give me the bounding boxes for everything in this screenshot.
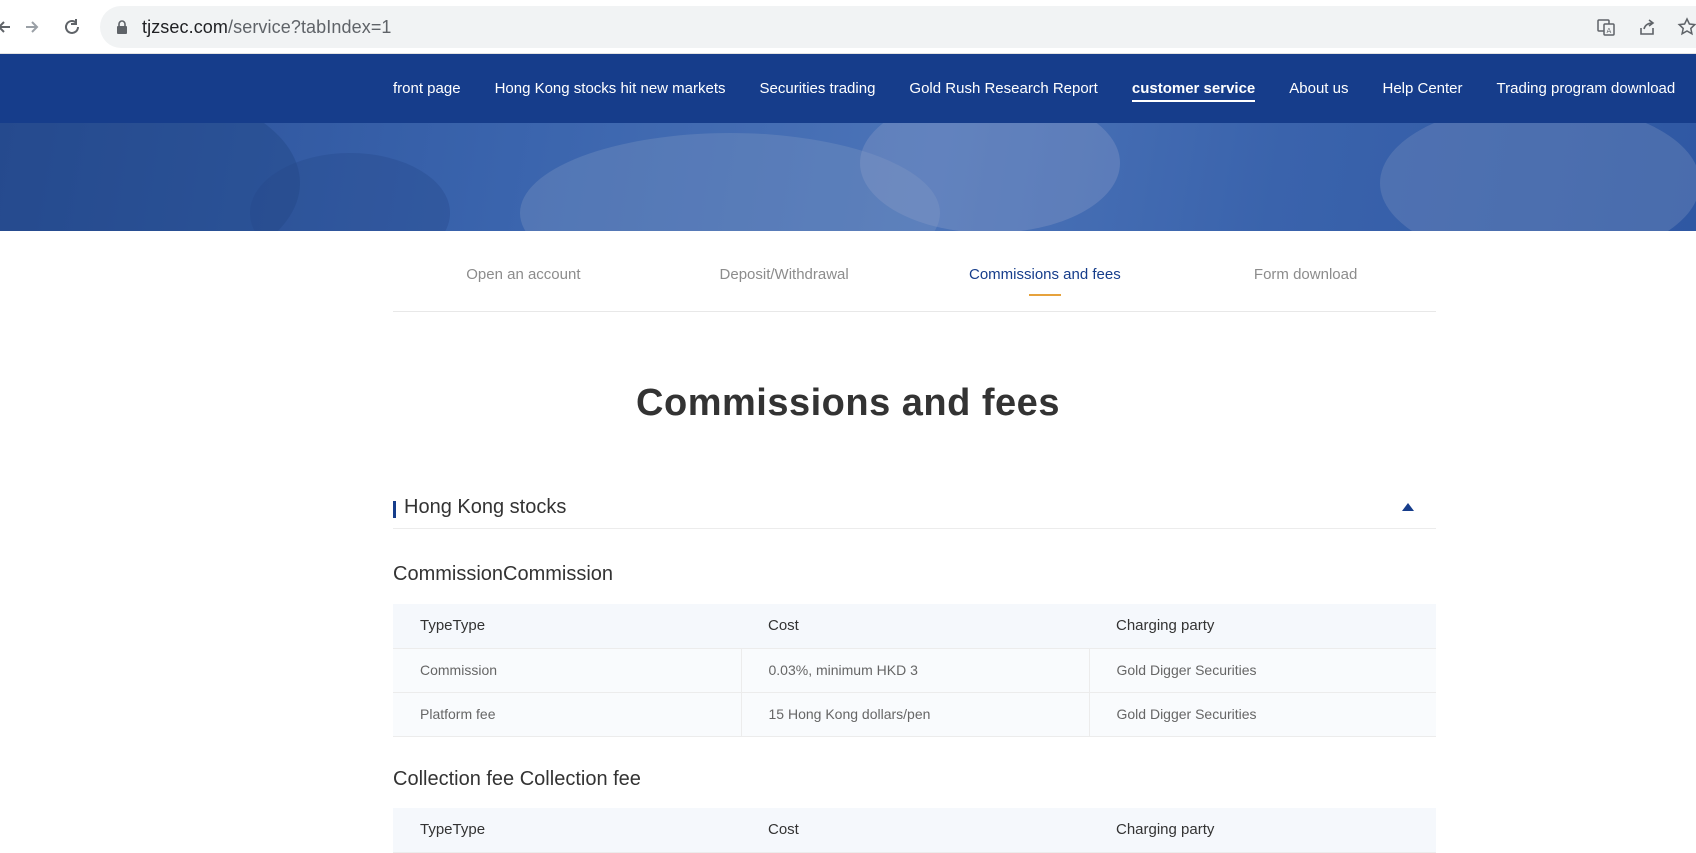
forward-icon[interactable]	[20, 15, 44, 39]
section-header-hk-stocks[interactable]: Hong Kong stocks	[393, 492, 1436, 529]
column-header: Cost	[741, 604, 1089, 649]
table-cell: Gold Digger Securities	[1088, 692, 1436, 737]
collapse-caret-icon[interactable]	[1402, 503, 1414, 511]
collection-fee-table: TypeType Cost Charging party	[393, 808, 1436, 853]
nav-research-report[interactable]: Gold Rush Research Report	[909, 54, 1097, 123]
service-tabs: Open an account Deposit/Withdrawal Commi…	[393, 231, 1436, 312]
page-title: Commissions and fees	[636, 382, 1060, 424]
nav-hk-stocks-new-markets[interactable]: Hong Kong stocks hit new markets	[495, 54, 726, 123]
share-icon[interactable]	[1636, 16, 1658, 38]
nav-front-page[interactable]: front page	[393, 54, 461, 123]
translate-icon[interactable]: A	[1595, 16, 1617, 38]
url-path: /service?tabIndex=1	[228, 17, 392, 37]
reload-icon[interactable]	[60, 15, 84, 39]
nav-trading-program-download[interactable]: Trading program download	[1497, 54, 1676, 123]
svg-text:A: A	[1607, 27, 1612, 35]
table-cell: 15 Hong Kong dollars/pen	[740, 692, 1089, 737]
nav-help-center[interactable]: Help Center	[1382, 54, 1462, 123]
table-cell: Platform fee	[393, 692, 741, 737]
table-cell: Gold Digger Securities	[1088, 648, 1436, 693]
table-row: Commission 0.03%, minimum HKD 3 Gold Dig…	[393, 648, 1436, 693]
browser-toolbar: tjzsec.com/service?tabIndex=1 A	[0, 0, 1696, 54]
bookmark-star-icon[interactable]	[1676, 16, 1696, 38]
nav-customer-service[interactable]: customer service	[1131, 54, 1256, 123]
table-header-row: TypeType Cost Charging party	[393, 604, 1436, 649]
commission-table: TypeType Cost Charging party Commission …	[393, 604, 1436, 737]
column-header: Charging party	[1089, 808, 1436, 853]
table-cell: 0.03%, minimum HKD 3	[740, 648, 1089, 693]
column-header: Charging party	[1089, 604, 1436, 649]
lock-icon	[117, 20, 127, 34]
column-header: TypeType	[393, 808, 741, 853]
section-title: Hong Kong stocks	[404, 496, 567, 518]
address-bar[interactable]: tjzsec.com/service?tabIndex=1 A	[100, 6, 1696, 48]
table-header-row: TypeType Cost Charging party	[393, 808, 1436, 853]
table-cell: Commission	[393, 648, 741, 693]
tab-commissions-and-fees[interactable]: Commissions and fees	[915, 231, 1176, 311]
section-accent-bar	[393, 501, 396, 518]
main-menu: front page Hong Kong stocks hit new mark…	[393, 54, 1696, 123]
column-header: Cost	[741, 808, 1089, 853]
back-icon[interactable]	[0, 15, 16, 39]
collection-fee-subtitle: Collection fee Collection fee	[393, 768, 641, 790]
tab-open-account[interactable]: Open an account	[393, 231, 654, 311]
commission-subtitle: CommissionCommission	[393, 563, 614, 585]
hero-banner	[0, 123, 1696, 231]
column-header: TypeType	[393, 604, 741, 649]
nav-about-us[interactable]: About us	[1289, 54, 1348, 123]
nav-securities-trading[interactable]: Securities trading	[760, 54, 876, 123]
tab-form-download[interactable]: Form download	[1175, 231, 1436, 311]
url-host: tjzsec.com	[142, 17, 229, 37]
url-text: tjzsec.com/service?tabIndex=1	[142, 17, 392, 38]
table-row: Platform fee 15 Hong Kong dollars/pen Go…	[393, 692, 1436, 737]
tab-deposit-withdrawal[interactable]: Deposit/Withdrawal	[654, 231, 915, 311]
site-navigation: front page Hong Kong stocks hit new mark…	[0, 54, 1696, 123]
